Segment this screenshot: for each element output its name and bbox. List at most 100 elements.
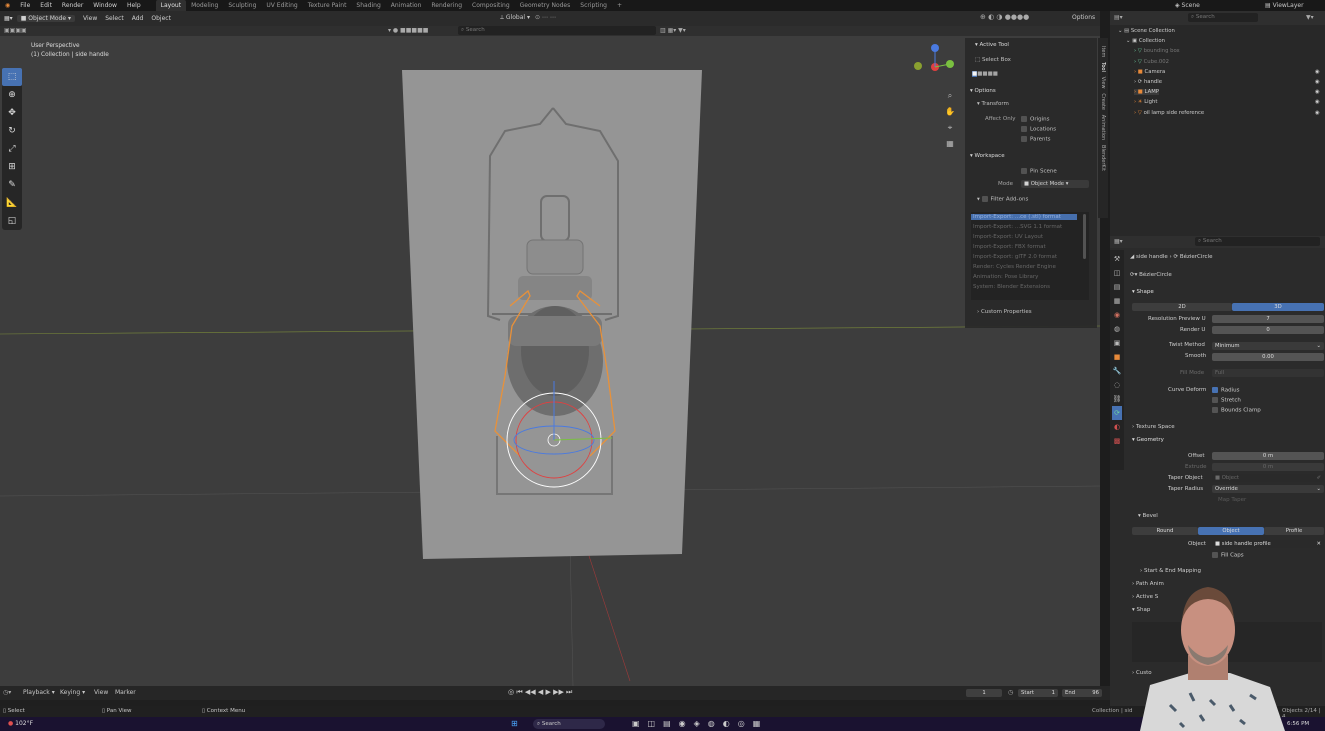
render-tab-icon[interactable]: ◫ [1112, 266, 1122, 280]
dimension-3d-button[interactable]: 3D [1232, 303, 1324, 311]
blender-logo-icon[interactable]: ◉ [0, 2, 15, 9]
taskbar-search-input[interactable]: ⌕ Search [533, 719, 605, 729]
locations-checkbox[interactable]: Locations [1021, 126, 1056, 133]
tab-layout[interactable]: Layout [155, 0, 187, 11]
constraints-tab-icon[interactable]: ⛓ [1112, 392, 1122, 406]
tab-animation[interactable]: Animation [386, 0, 427, 11]
tab-shading[interactable]: Shading [351, 0, 385, 11]
mode-selector[interactable]: ■ Object Mode ▾ [16, 15, 75, 22]
resolution-preview-field[interactable]: 7 [1212, 315, 1324, 323]
weather-widget[interactable]: ● 102°F [8, 720, 33, 727]
smooth-field[interactable]: 0.00 [1212, 353, 1324, 361]
workspace-heading[interactable]: ▾ Workspace [970, 153, 1005, 159]
tab-sculpting[interactable]: Sculpting [223, 0, 261, 11]
timeline-view-menu[interactable]: View [94, 689, 108, 696]
addon-item[interactable]: Import-Export: UV Layout [973, 234, 1043, 240]
playback-menu[interactable]: Playback ▾ [23, 689, 55, 696]
bevel-profile-button[interactable]: Profile [1264, 527, 1324, 535]
physics-tab-icon[interactable]: ◌ [1112, 378, 1122, 392]
annotate-tool-icon[interactable]: ✎ [2, 176, 22, 194]
stretch-checkbox[interactable]: Stretch [1212, 397, 1241, 404]
tab-compositing[interactable]: Compositing [467, 0, 515, 11]
world-tab-icon[interactable]: ◍ [1112, 322, 1122, 336]
view-layer-tab-icon[interactable]: ▦ [1112, 294, 1122, 308]
addon-item[interactable]: Import-Export: glTF 2.0 format [973, 254, 1057, 260]
cursor-tool-icon[interactable]: ⊕ [2, 86, 22, 104]
sidebar-tab-labels[interactable]: Item Tool View Create Animation BlenderK… [1099, 46, 1107, 171]
taper-radius-dropdown[interactable]: Override ⌄ [1212, 485, 1324, 493]
modifier-tab-icon[interactable]: 🔧 [1112, 364, 1122, 378]
transform-tool-icon[interactable]: ⊞ [2, 158, 22, 176]
add-workspace-icon[interactable]: + [612, 0, 627, 11]
select-box-tool-label[interactable]: ⬚ Select Box [975, 57, 1011, 63]
origins-checkbox[interactable]: Origins [1021, 116, 1050, 123]
tab-scripting[interactable]: Scripting [575, 0, 612, 11]
gizmo-toggle-icon[interactable]: ⊕ ◐ ◑ ●●●● [980, 13, 1029, 21]
outliner-item[interactable]: › ■ Camera [1134, 69, 1165, 75]
curve-data-tab-icon[interactable]: ⟳ [1112, 406, 1122, 420]
properties-editor-icon[interactable]: ▦▾ [1114, 238, 1123, 245]
camera-view-icon[interactable]: ⌖ [944, 120, 956, 136]
outliner-item[interactable]: › ⟳ handle [1134, 79, 1162, 85]
visibility-eye-icon[interactable]: ◉ [1315, 69, 1320, 75]
menu-select[interactable]: Select [101, 15, 128, 22]
keying-menu[interactable]: Keying ▾ [60, 689, 85, 696]
measure-tool-icon[interactable]: 📐 [2, 194, 22, 212]
filter-addons-subheading[interactable]: ▾ Filter Add-ons [977, 196, 1028, 203]
zoom-icon[interactable]: ⌕ [944, 88, 956, 104]
outliner-item[interactable]: › ■ LAMP [1134, 89, 1159, 96]
visibility-eye-icon[interactable]: ◉ [1315, 79, 1320, 85]
collection-tab-icon[interactable]: ▣ [1112, 336, 1122, 350]
menu-object[interactable]: Object [147, 15, 175, 22]
menu-view[interactable]: View [79, 15, 101, 22]
options-heading[interactable]: ▾ Options [970, 88, 996, 94]
twist-method-dropdown[interactable]: Minimum ⌄ [1212, 342, 1324, 350]
timeline-editor-icon[interactable]: ◷▾ [3, 689, 11, 696]
marker-menu[interactable]: Marker [115, 689, 136, 696]
scene-tab-icon[interactable]: ◉ [1112, 308, 1122, 322]
bounds-clamp-checkbox[interactable]: Bounds Clamp [1212, 407, 1261, 414]
preview-range-icon[interactable]: ◷ [1008, 689, 1013, 696]
tab-modeling[interactable]: Modeling [186, 0, 223, 11]
taskbar-app-icons[interactable]: ▣◫▤◉◈◍◐◎▦ [632, 719, 768, 728]
start-frame-field[interactable]: Start 1 [1018, 689, 1058, 697]
tab-uv-editing[interactable]: UV Editing [261, 0, 302, 11]
fill-mode-dropdown[interactable]: Full [1212, 369, 1324, 377]
visibility-eye-icon[interactable]: ◉ [1315, 110, 1320, 116]
scene-selector[interactable]: ◈ Scene [1175, 0, 1200, 11]
perspective-toggle-icon[interactable]: ▦ [944, 136, 956, 152]
menu-edit[interactable]: Edit [35, 2, 57, 9]
start-button-icon[interactable]: ⊞ [511, 719, 518, 728]
view-layer-selector[interactable]: ▤ ViewLayer [1265, 0, 1304, 11]
offset-field[interactable]: 0 m [1212, 452, 1324, 460]
taper-object-field[interactable]: ■ Object ✐ [1212, 474, 1324, 482]
playback-controls[interactable]: ◎ ⏮ ◀◀ ◀ ▶ ▶▶ ⏭ [508, 688, 572, 697]
outliner-item[interactable]: › ▽ Cube.002 [1134, 59, 1169, 65]
outliner-item[interactable]: › ☀ Light [1134, 99, 1157, 105]
radius-checkbox[interactable]: Radius [1212, 387, 1239, 394]
addon-item[interactable]: Import-Export: ...ce (.stl) format [971, 214, 1077, 220]
menu-render[interactable]: Render [57, 2, 88, 9]
scale-tool-icon[interactable]: ⤢ [2, 140, 22, 158]
curve-data-name-field[interactable]: ⟳▾ BézierCircle [1130, 272, 1172, 278]
tab-texture-paint[interactable]: Texture Paint [303, 0, 352, 11]
add-cube-tool-icon[interactable]: ◱ [2, 212, 22, 230]
render-u-field[interactable]: 0 [1212, 326, 1324, 334]
texture-tab-icon[interactable]: ▩ [1112, 434, 1122, 448]
current-frame-field[interactable]: 1 [966, 689, 1002, 697]
addon-item[interactable]: System: Blender Extensions [973, 284, 1050, 290]
addon-item[interactable]: Import-Export: FBX format [973, 244, 1046, 250]
transform-orientation[interactable]: ⟂ Global ▾ [500, 14, 530, 22]
addon-item[interactable]: Animation: Pose Library [973, 274, 1038, 280]
editor-type-icon[interactable]: ▦▾ [0, 15, 17, 22]
addons-scrollbar[interactable] [1083, 214, 1086, 259]
rotate-tool-icon[interactable]: ↻ [2, 122, 22, 140]
object-tab-icon[interactable]: ■ [1112, 350, 1122, 364]
menu-help[interactable]: Help [122, 2, 146, 9]
menu-window[interactable]: Window [88, 2, 122, 9]
outliner-item[interactable]: › ▽ oil lamp side reference [1134, 110, 1204, 116]
tab-rendering[interactable]: Rendering [426, 0, 467, 11]
filter-icon[interactable]: ▼▾ [1306, 14, 1314, 21]
tab-geometry-nodes[interactable]: Geometry Nodes [515, 0, 576, 11]
addon-item[interactable]: Render: Cycles Render Engine [973, 264, 1056, 270]
